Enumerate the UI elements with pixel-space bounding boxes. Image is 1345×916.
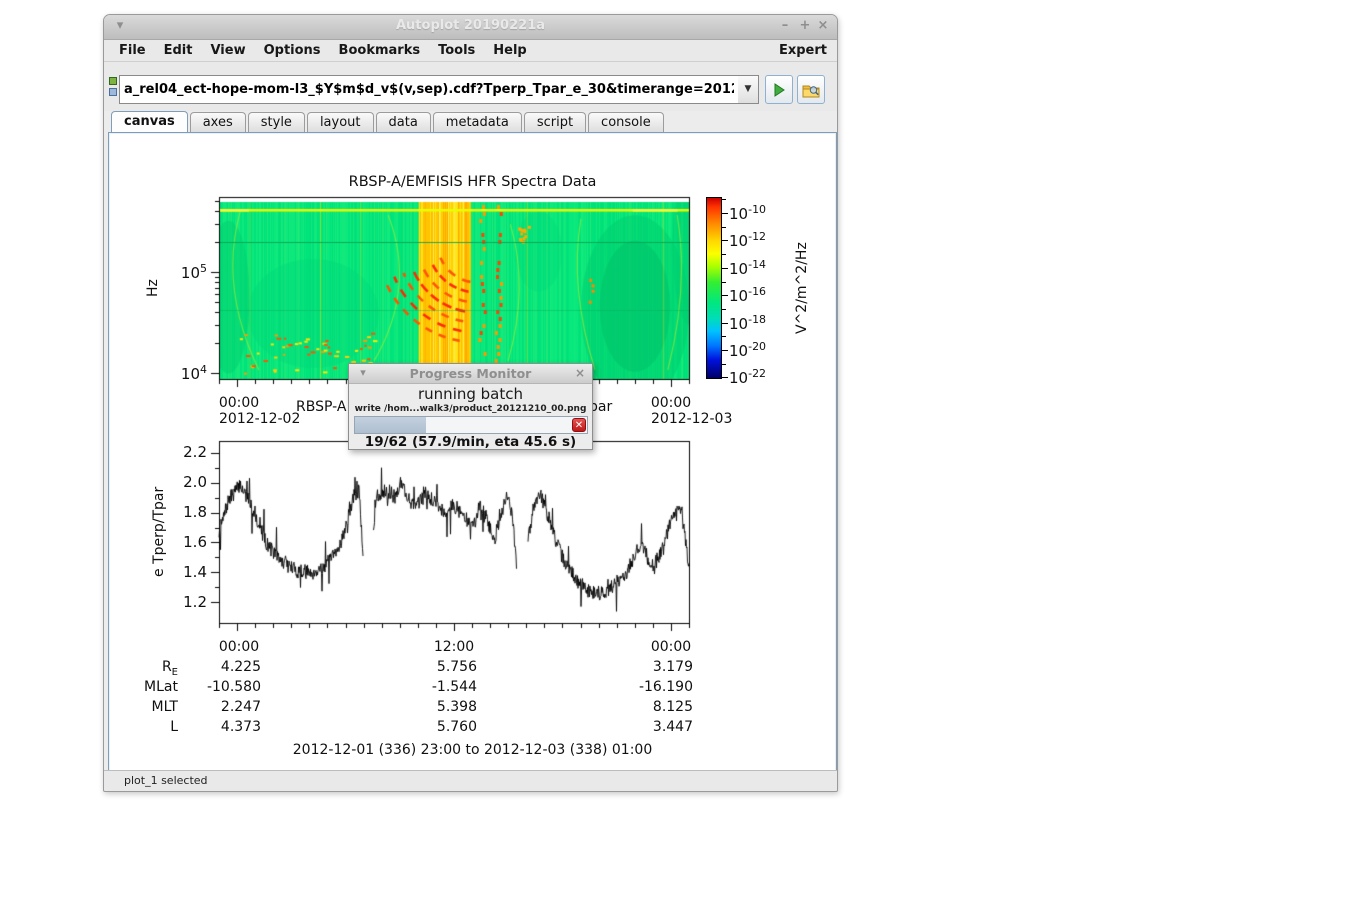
progress-dialog-title: Progress Monitor: [349, 366, 592, 381]
colorbar-tick-3: 10-16: [729, 285, 793, 305]
colorbar-label: V^2/m^2/Hz: [791, 228, 813, 348]
maximize-button[interactable]: +: [797, 18, 813, 33]
uri-toolbar: ▼: [104, 62, 837, 111]
datasource-green-square-icon: [109, 77, 117, 85]
plot2-title-fragment-left: RBSP-A: [296, 399, 346, 415]
tab-axes[interactable]: axes: [190, 112, 246, 132]
colorbar: [706, 197, 722, 379]
spec-xtick-date-0: 2012-12-02: [219, 411, 300, 427]
datasource-blue-square-icon: [109, 88, 117, 96]
lineplot-ytick-3: 1.6: [147, 533, 207, 551]
colorbar-tick-0: 10-10: [729, 203, 793, 223]
status-text: plot_1 selected: [124, 774, 208, 787]
bottom-xtick-0: 00:00: [207, 639, 271, 655]
uri-dropdown-button[interactable]: ▼: [738, 75, 759, 104]
lineplot-ytick-4: 1.4: [147, 563, 207, 581]
close-button[interactable]: ×: [815, 18, 831, 33]
tab-console[interactable]: console: [588, 112, 664, 132]
table-row-l: L 4.373 5.760 3.447: [110, 719, 835, 739]
tperp-tpar-plot[interactable]: [208, 438, 700, 638]
autoplot-window: ▾ Autoplot 20190221a – + × File Edit Vie…: [103, 14, 838, 792]
uri-address-input[interactable]: [119, 75, 739, 104]
table-row-mlat: MLat -10.580 -1.544 -16.190: [110, 679, 835, 699]
play-icon: [771, 82, 787, 98]
datasource-icon: [107, 76, 119, 100]
table-row-re: RE 4.225 5.756 3.179: [110, 659, 835, 679]
status-bar: plot_1 selected: [104, 770, 837, 791]
colorbar-tick-6: 10-22: [729, 367, 793, 387]
plot-canvas-panel: RBSP-A/EMFISIS HFR Spectra Data Hz 105 1…: [108, 132, 837, 772]
inspect-uri-button[interactable]: [797, 75, 825, 104]
progress-stats-label: 19/62 (57.9/min, eta 45.6 s): [349, 434, 592, 450]
menu-help[interactable]: Help: [484, 40, 535, 62]
tab-layout[interactable]: layout: [307, 112, 374, 132]
spectrogram-ytick-1e5: 105: [147, 262, 207, 282]
menu-bar: File Edit View Options Bookmarks Tools H…: [104, 40, 837, 62]
table-row-mlt: MLT 2.247 5.398 8.125: [110, 699, 835, 719]
tab-script[interactable]: script: [524, 112, 586, 132]
menu-file[interactable]: File: [110, 40, 155, 62]
colorbar-tick-5: 10-20: [729, 340, 793, 360]
progress-bar: ✕: [354, 416, 588, 434]
progress-close-icon[interactable]: ×: [572, 366, 588, 380]
menu-tools[interactable]: Tools: [429, 40, 484, 62]
main-tabstrip: canvas axes style layout data metadata s…: [104, 111, 837, 132]
menu-bookmarks[interactable]: Bookmarks: [330, 40, 430, 62]
menu-view[interactable]: View: [201, 40, 254, 62]
spec-xtick-time-0: 00:00: [207, 395, 271, 411]
progress-monitor-dialog: ▾ Progress Monitor × running batch write…: [348, 363, 593, 450]
lineplot-ytick-1: 2.0: [147, 473, 207, 491]
window-titlebar[interactable]: ▾ Autoplot 20190221a – + ×: [104, 15, 837, 40]
tab-canvas[interactable]: canvas: [111, 111, 188, 132]
spec-xtick-time-2: 00:00: [639, 395, 703, 411]
tab-style[interactable]: style: [248, 112, 305, 132]
tab-metadata[interactable]: metadata: [433, 112, 522, 132]
spectrogram-title: RBSP-A/EMFISIS HFR Spectra Data: [110, 174, 835, 190]
bottom-xtick-2: 00:00: [639, 639, 703, 655]
spec-xtick-date-2: 2012-12-03: [651, 411, 732, 427]
lineplot-ytick-5: 1.2: [147, 593, 207, 611]
spectrogram-ytick-1e4: 104: [147, 363, 207, 383]
colorbar-tick-4: 10-18: [729, 313, 793, 333]
timerange-label: 2012-12-01 (336) 23:00 to 2012-12-03 (33…: [110, 742, 835, 758]
minimize-button[interactable]: –: [777, 18, 793, 33]
window-title: Autoplot 20190221a: [104, 18, 837, 33]
lineplot-ytick-2: 1.8: [147, 503, 207, 521]
menu-options[interactable]: Options: [255, 40, 330, 62]
colorbar-tick-2: 10-14: [729, 258, 793, 278]
progress-dialog-titlebar[interactable]: ▾ Progress Monitor ×: [349, 364, 592, 384]
menu-edit[interactable]: Edit: [155, 40, 202, 62]
folder-magnifier-icon: [802, 82, 820, 98]
tab-data[interactable]: data: [376, 112, 431, 132]
lineplot-ytick-0: 2.2: [147, 443, 207, 461]
cancel-task-button[interactable]: ✕: [572, 418, 586, 432]
expert-mode-label[interactable]: Expert: [779, 43, 837, 58]
colorbar-tick-1: 10-12: [729, 230, 793, 250]
progress-detail-label: write /hom...walk3/product_20121210_00.p…: [349, 404, 592, 414]
bottom-xtick-1: 12:00: [422, 639, 486, 655]
progress-bar-fill: [355, 417, 426, 433]
progress-task-label: running batch: [349, 385, 592, 403]
go-play-button[interactable]: [765, 75, 793, 104]
